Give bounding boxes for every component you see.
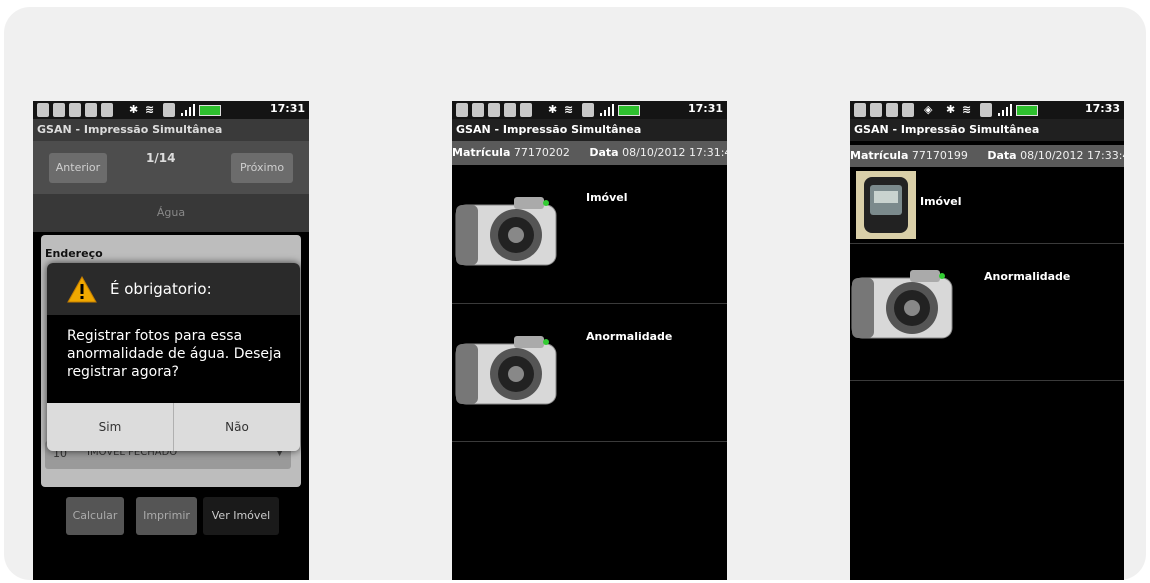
dialog-buttons: Sim Não xyxy=(47,403,300,451)
status-bar: ✱ ≋ 17:31 xyxy=(452,101,727,119)
status-bar: ✱ ≋ 17:31 xyxy=(33,101,309,119)
signal-icon xyxy=(600,104,614,116)
camera-icon[interactable] xyxy=(454,195,558,267)
photo-thumbnail-icon[interactable] xyxy=(856,171,916,239)
status-time: 17:31 xyxy=(269,102,305,115)
sync-icon xyxy=(37,103,49,117)
no-button[interactable]: Não xyxy=(174,403,300,451)
sim-icon xyxy=(902,103,914,117)
anormalidade-label: Anormalidade xyxy=(984,270,1071,283)
bluetooth-icon: ✱ xyxy=(548,103,558,116)
navigation-bar: Anterior 1/14 Próximo xyxy=(33,141,309,194)
phone-screen-dialog: ✱ ≋ 17:31 GSAN - Impressão Simultânea An… xyxy=(33,101,309,580)
required-dialog: É obrigatorio: Registrar fotos para essa… xyxy=(47,263,300,451)
mail-icon xyxy=(870,103,882,117)
app-title: GSAN - Impressão Simultânea xyxy=(33,119,309,141)
yes-button[interactable]: Sim xyxy=(47,403,174,451)
date-value: 08/10/2012 17:33:40 xyxy=(1020,149,1124,162)
matricula-value: 77170199 xyxy=(911,149,968,162)
next-button[interactable]: Próximo xyxy=(231,153,293,183)
view-property-button[interactable]: Ver Imóvel xyxy=(203,497,279,535)
photo-row-anormalidade[interactable]: Anormalidade xyxy=(850,244,1124,381)
section-header: Água xyxy=(33,194,309,232)
sim-icon xyxy=(520,103,532,117)
sync-icon xyxy=(854,103,866,117)
sim-icon xyxy=(101,103,113,117)
app-title: GSAN - Impressão Simultânea xyxy=(850,119,1124,141)
warning-icon xyxy=(67,276,97,303)
matricula-label: Matrícula xyxy=(452,146,511,159)
status-bar: ◈ ✱ ≋ 17:33 xyxy=(850,101,1124,119)
calendar-icon xyxy=(85,103,97,117)
battery-icon xyxy=(199,105,221,116)
vibrate-icon: ≋ xyxy=(564,103,574,116)
bluetooth-icon: ✱ xyxy=(129,103,139,116)
imovel-label: Imóvel xyxy=(586,191,628,204)
print-button[interactable]: Imprimir xyxy=(136,497,197,535)
signal-icon xyxy=(181,104,195,116)
sync-icon xyxy=(456,103,468,117)
calendar-icon xyxy=(886,103,898,117)
page-total: /14 xyxy=(154,151,176,165)
camera-icon[interactable] xyxy=(850,268,954,340)
gallery-icon xyxy=(53,103,65,117)
status-time: 17:33 xyxy=(1084,102,1120,115)
gps-icon: ◈ xyxy=(924,103,933,116)
page-counter: 1/14 xyxy=(146,151,175,165)
battery-icon xyxy=(1016,105,1038,116)
dialog-header: É obrigatorio: xyxy=(47,263,300,315)
mail-icon xyxy=(69,103,81,117)
data-icon xyxy=(163,103,175,117)
bluetooth-icon: ✱ xyxy=(946,103,956,116)
calculate-button[interactable]: Calcular xyxy=(66,497,124,535)
matricula-label: Matrícula xyxy=(850,149,909,162)
date-value: 08/10/2012 17:31:40 xyxy=(622,146,727,159)
calendar-icon xyxy=(504,103,516,117)
matricula-value: 77170202 xyxy=(513,146,570,159)
phone-screen-photos-taken: ◈ ✱ ≋ 17:33 GSAN - Impressão Simultânea … xyxy=(850,101,1124,580)
photo-row-imovel[interactable]: Imóvel xyxy=(452,165,727,304)
photo-row-anormalidade[interactable]: Anormalidade xyxy=(452,304,727,442)
app-title: GSAN - Impressão Simultânea xyxy=(452,119,727,141)
imovel-label: Imóvel xyxy=(920,195,962,208)
dialog-message: Registrar fotos para essa anormalidade d… xyxy=(47,315,300,403)
status-time: 17:31 xyxy=(687,102,723,115)
mail-icon xyxy=(488,103,500,117)
vibrate-icon: ≋ xyxy=(145,103,155,116)
anormalidade-label: Anormalidade xyxy=(586,330,673,343)
previous-button[interactable]: Anterior xyxy=(49,153,107,183)
vibrate-icon: ≋ xyxy=(962,103,972,116)
dialog-title: É obrigatorio: xyxy=(110,280,212,298)
battery-icon xyxy=(618,105,640,116)
signal-icon xyxy=(998,104,1012,116)
phone-screen-photos: ✱ ≋ 17:31 GSAN - Impressão Simultânea Ma… xyxy=(452,101,727,580)
record-info-bar: Matrícula 77170199 Data 08/10/2012 17:33… xyxy=(850,145,1124,167)
address-label: Endereço xyxy=(45,247,103,260)
gallery-icon xyxy=(472,103,484,117)
photo-row-imovel[interactable]: Imóvel xyxy=(850,167,1124,244)
data-icon xyxy=(980,103,992,117)
camera-icon[interactable] xyxy=(454,334,558,406)
date-label: Data xyxy=(589,146,619,159)
data-icon xyxy=(582,103,594,117)
date-label: Data xyxy=(987,149,1017,162)
record-info-bar: Matrícula 77170202 Data 08/10/2012 17:31… xyxy=(452,141,727,165)
